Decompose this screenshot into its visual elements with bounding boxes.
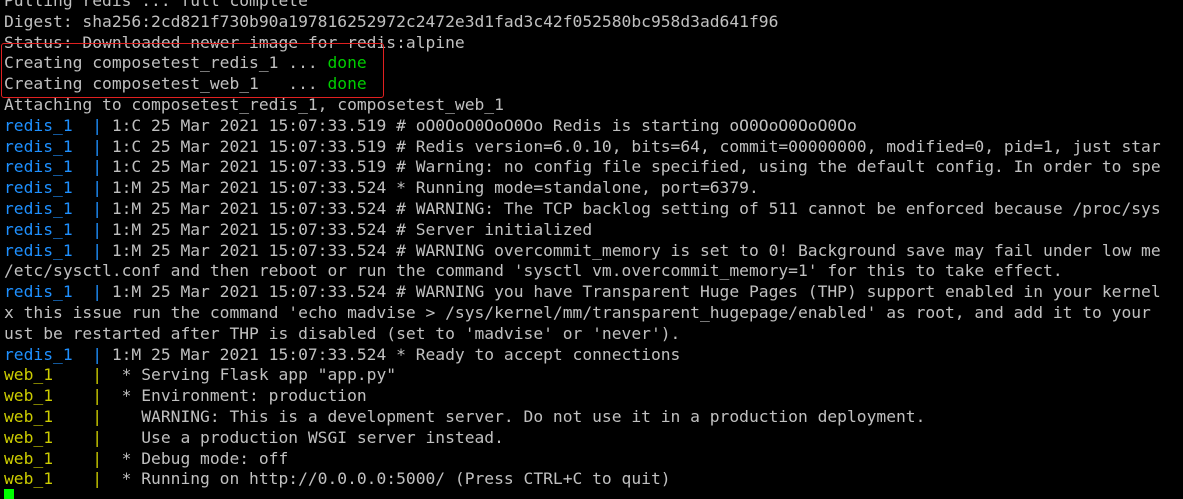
terminal-output: Pulling redis ... full complete Digest: s… bbox=[4, 0, 1183, 490]
terminal-line: redis_1 | 1:M 25 Mar 2021 15:07:33.524 #… bbox=[4, 241, 1183, 262]
log-message: 1:M 25 Mar 2021 15:07:33.524 # WARNING o… bbox=[111, 240, 1161, 260]
line-text: Pulling redis ... full complete bbox=[4, 0, 308, 10]
terminal-line: Digest: sha256:2cd821f730b90a19781625297… bbox=[4, 12, 1183, 33]
line-text: Creating composetest_web_1 ... bbox=[4, 74, 328, 94]
terminal-line: Creating composetest_web_1 ... done bbox=[4, 74, 1183, 95]
service-prefix-redis: redis_1 | bbox=[4, 198, 112, 218]
terminal-line: Status: Downloaded newer image for redis… bbox=[4, 33, 1183, 54]
service-prefix-redis: redis_1 | bbox=[4, 136, 112, 156]
log-message: 1:M 25 Mar 2021 15:07:33.524 # WARNING y… bbox=[111, 282, 1161, 302]
terminal-cursor bbox=[4, 489, 14, 499]
terminal-line: redis_1 | 1:C 25 Mar 2021 15:07:33.519 #… bbox=[4, 116, 1183, 137]
service-prefix-redis: redis_1 | bbox=[4, 344, 112, 364]
line-text: Attaching to composetest_redis_1, compos… bbox=[4, 94, 504, 114]
terminal-line: redis_1 | 1:M 25 Mar 2021 15:07:33.524 #… bbox=[4, 220, 1183, 241]
line-text: Digest: sha256:2cd821f730b90a19781625297… bbox=[4, 11, 779, 31]
log-message: 1:C 25 Mar 2021 15:07:33.519 # oO0OoO0Oo… bbox=[111, 115, 857, 135]
terminal-window[interactable]: Pulling redis ... full complete Digest: s… bbox=[0, 0, 1183, 499]
terminal-line: web_1 | WARNING: This is a development s… bbox=[4, 407, 1183, 428]
log-message: 1:C 25 Mar 2021 15:07:33.519 # Warning: … bbox=[111, 157, 1161, 177]
service-prefix-web: web_1 | bbox=[4, 448, 112, 468]
log-message: 1:C 25 Mar 2021 15:07:33.519 # Redis ver… bbox=[111, 136, 1161, 156]
terminal-line: redis_1 | 1:M 25 Mar 2021 15:07:33.524 *… bbox=[4, 178, 1183, 199]
log-message: 1:M 25 Mar 2021 15:07:33.524 # WARNING: … bbox=[111, 198, 1161, 218]
log-message: 1:M 25 Mar 2021 15:07:33.524 # Server in… bbox=[111, 219, 593, 239]
terminal-line: web_1 | * Serving Flask app "app.py" bbox=[4, 365, 1183, 386]
service-prefix-redis: redis_1 | bbox=[4, 282, 112, 302]
service-prefix-web: web_1 | bbox=[4, 427, 112, 447]
log-message: * Serving Flask app "app.py" bbox=[111, 365, 397, 385]
service-prefix-redis: redis_1 | bbox=[4, 157, 112, 177]
service-prefix-redis: redis_1 | bbox=[4, 219, 112, 239]
log-message: 1:M 25 Mar 2021 15:07:33.524 * Ready to … bbox=[111, 344, 681, 364]
terminal-line: ust be restarted after THP is disabled (… bbox=[4, 324, 1183, 345]
log-message: Use a production WSGI server instead. bbox=[111, 427, 504, 447]
terminal-line: /etc/sysctl.conf and then reboot or run … bbox=[4, 261, 1183, 282]
log-message: WARNING: This is a development server. D… bbox=[111, 406, 926, 426]
service-prefix-redis: redis_1 | bbox=[4, 240, 112, 260]
line-text: x this issue run the command 'echo madvi… bbox=[4, 302, 1151, 322]
log-message: * Debug mode: off bbox=[111, 448, 289, 468]
terminal-line: web_1 | * Running on http://0.0.0.0:5000… bbox=[4, 469, 1183, 490]
line-text: /etc/sysctl.conf and then reboot or run … bbox=[4, 261, 1063, 281]
line-text: Creating composetest_redis_1 ... bbox=[4, 53, 328, 73]
terminal-line: redis_1 | 1:C 25 Mar 2021 15:07:33.519 #… bbox=[4, 157, 1183, 178]
terminal-line: Creating composetest_redis_1 ... done bbox=[4, 53, 1183, 74]
line-text: Status: Downloaded newer image for redis… bbox=[4, 32, 465, 52]
status-done-label: done bbox=[327, 53, 367, 73]
terminal-line: Attaching to composetest_redis_1, compos… bbox=[4, 95, 1183, 116]
terminal-line: redis_1 | 1:M 25 Mar 2021 15:07:33.524 *… bbox=[4, 345, 1183, 366]
terminal-line: web_1 | * Environment: production bbox=[4, 386, 1183, 407]
log-message: * Environment: production bbox=[111, 386, 367, 406]
service-prefix-web: web_1 | bbox=[4, 469, 112, 489]
terminal-line: x this issue run the command 'echo madvi… bbox=[4, 303, 1183, 324]
status-done-label: done bbox=[327, 74, 367, 94]
terminal-line: redis_1 | 1:M 25 Mar 2021 15:07:33.524 #… bbox=[4, 199, 1183, 220]
terminal-line: web_1 | Use a production WSGI server ins… bbox=[4, 428, 1183, 449]
service-prefix-redis: redis_1 | bbox=[4, 178, 112, 198]
terminal-line: redis_1 | 1:M 25 Mar 2021 15:07:33.524 #… bbox=[4, 282, 1183, 303]
log-message: * Running on http://0.0.0.0:5000/ (Press… bbox=[111, 469, 671, 489]
service-prefix-web: web_1 | bbox=[4, 406, 112, 426]
terminal-line: Pulling redis ... full complete bbox=[4, 0, 1183, 12]
log-message: 1:M 25 Mar 2021 15:07:33.524 * Running m… bbox=[111, 178, 759, 198]
terminal-line: web_1 | * Debug mode: off bbox=[4, 449, 1183, 470]
terminal-line: redis_1 | 1:C 25 Mar 2021 15:07:33.519 #… bbox=[4, 137, 1183, 158]
service-prefix-web: web_1 | bbox=[4, 365, 112, 385]
line-text: ust be restarted after THP is disabled (… bbox=[4, 323, 681, 343]
service-prefix-redis: redis_1 | bbox=[4, 115, 112, 135]
service-prefix-web: web_1 | bbox=[4, 386, 112, 406]
